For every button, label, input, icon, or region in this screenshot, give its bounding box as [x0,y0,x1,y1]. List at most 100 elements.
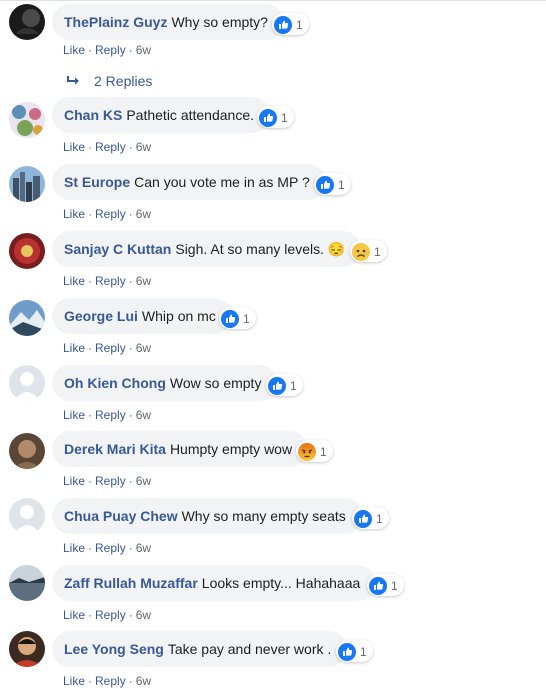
comment-actions: Like · Reply · 6w [63,341,152,355]
comment-bubble: Chan KS Pathetic attendance. [52,97,270,133]
reaction-count: 1 [374,245,381,259]
avatar[interactable] [9,300,45,336]
reply-link[interactable]: Reply [95,274,126,288]
comment-text: Whip on mc [141,308,216,324]
avatar[interactable] [9,365,45,401]
comment-text: Can you vote me in as MP ? [134,174,310,190]
comment-bubble: Chua Puay Chew Why so many empty seats [52,498,362,534]
comment-text: Why so many empty seats [181,508,346,524]
comment-author[interactable]: Zaff Rullah Muzaffar [64,575,198,591]
comment-timestamp[interactable]: 6w [136,674,151,688]
reaction-summary[interactable]: 1 [296,440,333,462]
reaction-count: 1 [296,18,303,32]
comment-bubble: George Lui Whip on mc [52,298,232,334]
comment-timestamp[interactable]: 6w [136,207,151,221]
reaction-summary[interactable]: 1 [219,307,256,329]
avatar[interactable] [9,4,45,40]
reaction-summary[interactable]: 1 [272,13,309,35]
avatar[interactable] [9,565,45,601]
comment: ThePlainz Guyz Why so empty? 1 Like · Reply… [0,0,546,89]
comment-author[interactable]: Derek Mari Kita [64,441,166,457]
like-link[interactable]: Like [63,608,85,622]
comment-text: Pathetic attendance. [126,107,254,123]
comment-bubble: ThePlainz Guyz Why so empty? [52,4,284,40]
reaction-summary[interactable]: 1 [367,574,404,596]
view-replies-link[interactable]: 2 Replies [67,73,152,89]
avatar[interactable] [9,166,45,202]
comment-author[interactable]: George Lui [64,308,138,324]
comment-timestamp[interactable]: 6w [136,608,151,622]
reply-link[interactable]: Reply [95,541,126,555]
like-icon [259,109,277,127]
comment-text: Wow so empty [169,375,262,391]
comment-author[interactable]: Chua Puay Chew [64,508,178,524]
reply-arrow-icon [67,76,79,85]
reaction-summary[interactable]: 1 [314,173,351,195]
comment-author[interactable]: Sanjay C Kuttan [64,241,171,257]
like-link[interactable]: Like [63,341,85,355]
reaction-count: 1 [338,178,345,192]
reply-link[interactable]: Reply [95,341,126,355]
comment-bubble: Lee Yong Seng Take pay and never work . [52,631,348,667]
avatar[interactable] [9,233,45,269]
comment-author[interactable]: Oh Kien Chong [64,375,166,391]
like-link[interactable]: Like [63,474,85,488]
like-link[interactable]: Like [63,408,85,422]
like-icon [268,377,286,395]
comment-timestamp[interactable]: 6w [136,474,151,488]
replies-count[interactable]: 2 Replies [94,73,152,89]
like-link[interactable]: Like [63,674,85,688]
reaction-summary[interactable]: 1 [352,507,389,529]
comment: Sanjay C Kuttan Sigh. At so many levels. … [0,231,546,297]
avatar[interactable] [9,498,45,534]
reply-link[interactable]: Reply [95,474,126,488]
like-icon [221,310,239,328]
comment-actions: Like · Reply · 6w [63,541,152,555]
comment-author[interactable]: Chan KS [64,107,122,123]
comment-text: Sigh. At so many levels. 😔 [175,241,346,257]
reaction-count: 1 [360,645,367,659]
comment-timestamp[interactable]: 6w [136,408,151,422]
comment-actions: Like · Reply · 6w [63,43,152,57]
comment: Lee Yong Seng Take pay and never work . 1… [0,631,546,689]
like-link[interactable]: Like [63,140,85,154]
like-link[interactable]: Like [63,207,85,221]
comment-timestamp[interactable]: 6w [136,341,151,355]
comment-author[interactable]: Lee Yong Seng [64,641,164,657]
comment-timestamp[interactable]: 6w [136,541,151,555]
comment-bubble: Derek Mari Kita Humpty empty wow [52,431,309,467]
comment-bubble: Sanjay C Kuttan Sigh. At so many levels. … [52,231,362,267]
reply-link[interactable]: Reply [95,140,126,154]
comment-actions: Like · Reply · 6w [63,140,152,154]
avatar[interactable] [9,631,45,667]
comment-author[interactable]: ThePlainz Guyz [64,14,167,30]
comment-timestamp[interactable]: 6w [136,43,151,57]
reaction-summary[interactable]: 1 [350,240,387,262]
reaction-summary[interactable]: 1 [266,374,303,396]
reaction-count: 1 [391,579,398,593]
reaction-summary[interactable]: 1 [257,106,294,128]
like-link[interactable]: Like [63,43,85,57]
comment: George Lui Whip on mc 1 Like · Reply · 6w [0,298,546,364]
like-link[interactable]: Like [63,541,85,555]
reply-link[interactable]: Reply [95,408,126,422]
comment-text: Take pay and never work . [167,641,332,657]
avatar[interactable] [9,433,45,469]
comment-author[interactable]: St Europe [64,174,130,190]
like-icon [274,16,292,34]
reply-link[interactable]: Reply [95,207,126,221]
comment-timestamp[interactable]: 6w [136,140,151,154]
avatar[interactable] [9,102,45,138]
like-link[interactable]: Like [63,274,85,288]
reaction-summary[interactable]: 1 [336,640,373,662]
sad-reaction-icon [352,243,370,261]
angry-reaction-icon [298,443,316,461]
comment-text: Why so empty? [171,14,268,30]
reply-link[interactable]: Reply [95,43,126,57]
reaction-count: 1 [290,379,297,393]
like-icon [354,510,372,528]
comment: Chan KS Pathetic attendance. 1 Like · Reply… [0,97,546,163]
reply-link[interactable]: Reply [95,608,126,622]
comment-timestamp[interactable]: 6w [136,274,151,288]
reply-link[interactable]: Reply [95,674,126,688]
